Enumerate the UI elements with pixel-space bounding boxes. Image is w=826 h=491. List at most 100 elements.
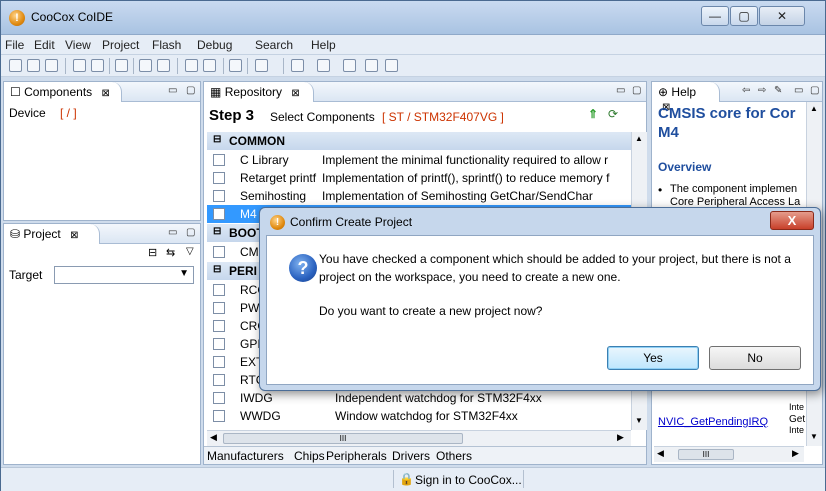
nvic-link[interactable]: NVIC_GetPendingIRQ (658, 416, 768, 428)
menu-edit[interactable]: Edit (34, 38, 55, 52)
scroll-left-icon[interactable]: ◀ (657, 448, 664, 459)
list-item[interactable]: WWDG Window watchdog for STM32F4xx (207, 407, 631, 425)
scroll-left-icon[interactable]: ◀ (210, 432, 217, 443)
checkbox[interactable] (213, 338, 225, 350)
forward-icon[interactable] (385, 59, 398, 72)
checkbox[interactable] (213, 320, 225, 332)
minimize-pane-icon[interactable]: ▭ (616, 85, 625, 96)
scroll-up-icon[interactable]: ▲ (635, 134, 643, 143)
menu-help[interactable]: Help (311, 38, 336, 52)
tab-chips[interactable]: Chips (294, 449, 325, 463)
menu-search[interactable]: Search (255, 38, 293, 52)
menu-debug[interactable]: Debug (197, 38, 232, 52)
list-item[interactable]: Semihosting Implementation of Semihostin… (207, 187, 631, 205)
erase-icon[interactable] (157, 59, 170, 72)
minimize-button[interactable]: — (701, 6, 729, 26)
maximize-pane-icon[interactable]: ▢ (632, 85, 641, 96)
tab-components[interactable]: ☐ Components ⊠ (4, 82, 122, 102)
help-horizontal-scrollbar[interactable]: ◀ III ▶ (654, 446, 804, 462)
checkbox[interactable] (213, 208, 225, 220)
target-select[interactable]: ▼ (54, 266, 194, 284)
up-arrow-icon[interactable]: ⇑ (588, 107, 598, 121)
tab-project[interactable]: ⛁ Project ⊠ (4, 224, 100, 244)
yes-button[interactable]: Yes (607, 346, 699, 370)
open-file-icon[interactable] (27, 59, 40, 72)
repository-icon[interactable] (229, 59, 242, 72)
checkbox[interactable] (213, 374, 225, 386)
download-icon[interactable] (139, 59, 152, 72)
build-icon[interactable] (73, 59, 86, 72)
forward-icon[interactable]: ⇨ (758, 85, 766, 96)
pen-icon[interactable] (255, 59, 268, 72)
minimize-pane-icon[interactable]: ▭ (794, 85, 803, 96)
chevron-down-icon: ▼ (179, 268, 189, 279)
tab-peripherals[interactable]: Peripherals (326, 449, 387, 463)
checkbox[interactable] (213, 410, 225, 422)
horizontal-scrollbar[interactable]: ◀ III ▶ (207, 430, 631, 446)
menu-project[interactable]: Project (102, 38, 139, 52)
scroll-thumb[interactable]: III (223, 433, 463, 444)
tab-others[interactable]: Others (436, 449, 472, 463)
scroll-right-icon[interactable]: ▶ (617, 432, 624, 443)
tab-manufacturers[interactable]: Manufacturers (207, 449, 284, 463)
menu-bar: File Edit View Project Flash Debug Searc… (1, 35, 825, 55)
save-icon[interactable] (45, 59, 58, 72)
back-icon[interactable] (365, 59, 378, 72)
sign-in-link[interactable]: Sign in to CooCox... (415, 473, 522, 487)
no-button[interactable]: No (709, 346, 801, 370)
toolbar (1, 55, 825, 77)
scroll-right-icon[interactable]: ▶ (792, 448, 799, 459)
collapse-all-icon[interactable]: ⊟ (148, 246, 157, 259)
link-editor-icon[interactable]: ⇆ (166, 246, 175, 259)
close-window-button[interactable]: ✕ (759, 6, 805, 26)
dialog-body: ? You have checked a component which sho… (266, 235, 814, 385)
checkbox[interactable] (213, 284, 225, 296)
last-edit-icon[interactable] (343, 59, 356, 72)
lock-icon: 🔒 (399, 472, 414, 486)
list-item[interactable]: IWDG Independent watchdog for STM32F4xx (207, 389, 631, 407)
question-icon: ? (289, 254, 317, 282)
group-common[interactable]: ⊟ COMMON (207, 132, 631, 150)
scroll-down-icon[interactable]: ▼ (810, 432, 818, 441)
dialog-close-button[interactable]: X (770, 211, 814, 230)
settings-icon[interactable] (185, 59, 198, 72)
checkbox[interactable] (213, 172, 225, 184)
checkbox[interactable] (213, 154, 225, 166)
back-icon[interactable]: ⇦ (742, 85, 750, 96)
collapse-icon: ⊟ (213, 264, 222, 275)
scroll-up-icon[interactable]: ▲ (810, 104, 818, 113)
maximize-pane-icon[interactable]: ▢ (186, 227, 195, 238)
scroll-down-icon[interactable]: ▼ (635, 416, 643, 425)
new-project-icon[interactable] (9, 59, 22, 72)
prev-annotation-icon[interactable] (317, 59, 330, 72)
debug-icon[interactable] (115, 59, 128, 72)
tab-drivers[interactable]: Drivers (392, 449, 430, 463)
maximize-pane-icon[interactable]: ▢ (810, 85, 819, 96)
configure-icon[interactable] (203, 59, 216, 72)
close-tab-icon[interactable]: ⊠ (291, 88, 299, 99)
view-menu-icon[interactable]: ▽ (186, 246, 194, 257)
maximize-pane-icon[interactable]: ▢ (186, 85, 195, 96)
menu-file[interactable]: File (5, 38, 24, 52)
list-item[interactable]: Retarget printf Implementation of printf… (207, 169, 631, 187)
list-item[interactable]: C Library Implement the minimal function… (207, 151, 631, 169)
tab-repository[interactable]: ▦ Repository ⊠ (204, 82, 314, 102)
maximize-button[interactable]: ▢ (730, 6, 758, 26)
menu-view[interactable]: View (65, 38, 91, 52)
close-tab-icon[interactable]: ⊠ (70, 230, 78, 241)
close-tab-icon[interactable]: ⊠ (102, 88, 110, 99)
checkbox[interactable] (213, 190, 225, 202)
refresh-icon[interactable]: ⟳ (608, 107, 618, 121)
checkbox[interactable] (213, 392, 225, 404)
menu-flash[interactable]: Flash (152, 38, 181, 52)
scroll-thumb[interactable]: III (678, 449, 734, 460)
checkbox[interactable] (213, 356, 225, 368)
minimize-pane-icon[interactable]: ▭ (168, 227, 177, 238)
rebuild-icon[interactable] (91, 59, 104, 72)
tab-help[interactable]: ⊕ Help ⊠ (652, 82, 720, 113)
checkbox[interactable] (213, 246, 225, 258)
checkbox[interactable] (213, 302, 225, 314)
pin-icon[interactable]: ✎ (774, 85, 782, 96)
next-annotation-icon[interactable] (291, 59, 304, 72)
minimize-pane-icon[interactable]: ▭ (168, 85, 177, 96)
